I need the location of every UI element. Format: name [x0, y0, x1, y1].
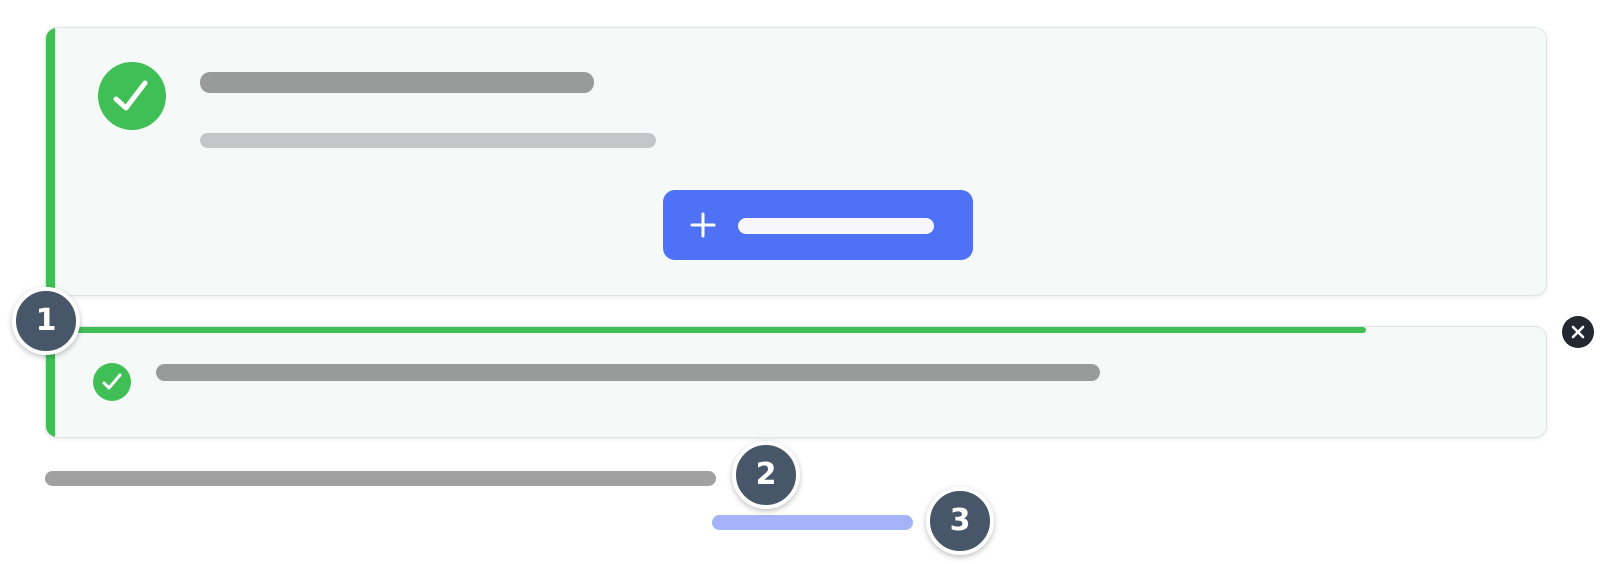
add-button[interactable]	[663, 190, 973, 260]
footer-text	[45, 471, 716, 486]
check-circle-icon	[93, 363, 131, 401]
plus-icon	[690, 212, 716, 238]
toast-close-button[interactable]	[1562, 316, 1594, 348]
step-marker-2: 2	[732, 441, 800, 509]
add-button-label	[738, 218, 934, 234]
toast-progress-bar	[46, 327, 1366, 333]
card-accent-bar	[46, 28, 55, 295]
toast-notification	[45, 326, 1547, 438]
card-description	[200, 133, 656, 148]
success-card	[45, 27, 1547, 296]
close-icon	[1571, 325, 1585, 339]
step-marker-3: 3	[926, 487, 994, 555]
toast-message	[156, 364, 1100, 381]
step-marker-1: 1	[12, 287, 80, 355]
check-circle-icon	[98, 62, 166, 130]
card-title	[200, 72, 594, 93]
footer-link[interactable]	[712, 515, 913, 530]
page: 1 2 3	[0, 0, 1600, 564]
